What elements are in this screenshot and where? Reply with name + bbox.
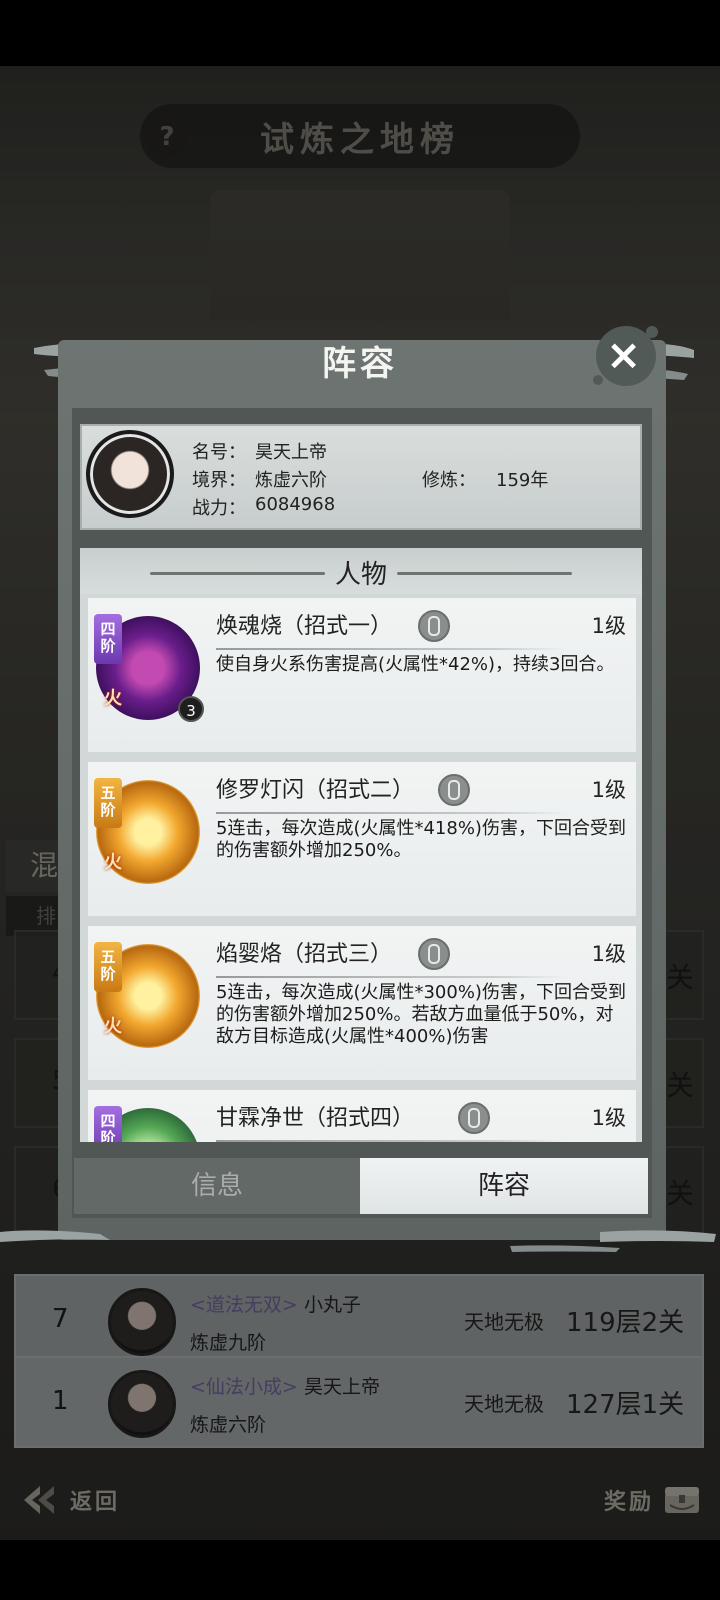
- skill-type-icon: [438, 774, 470, 806]
- element-glyph: 火: [104, 688, 122, 709]
- player-realm: 炼虚六阶: [255, 470, 327, 491]
- skill-divider: [216, 1140, 566, 1142]
- status-bar: [0, 0, 720, 66]
- dialog-tabs: 信息 阵容: [74, 1158, 648, 1214]
- skill-card[interactable]: 四阶 火 3 焕魂烧（招式一） 1级 使自身火系伤害提高(火属性*42%)，持续…: [88, 598, 636, 752]
- close-button[interactable]: ×: [586, 318, 666, 390]
- section-header: 人物: [80, 548, 642, 594]
- skill-description: 5连击，每次造成(火属性*418%)伤害，下回合受到的伤害额外增加250%。: [216, 818, 626, 861]
- name-label: 名号：: [192, 442, 246, 463]
- tab-info[interactable]: 信息: [74, 1158, 360, 1214]
- skill-type-icon: [418, 938, 450, 970]
- tab-lineup[interactable]: 阵容: [360, 1158, 648, 1214]
- skill-level: 1级: [591, 778, 626, 802]
- stack-count-badge: 3: [178, 696, 204, 722]
- skill-description: 5连击，每次造成(火属性*300%)伤害，下回合受到的伤害额外增加250%。若敌…: [216, 982, 626, 1047]
- skill-card[interactable]: 五阶 火 焰婴烙（招式三） 1级 5连击，每次造成(火属性*300%)伤害，下回…: [88, 926, 636, 1080]
- player-name: 昊天上帝: [255, 442, 327, 463]
- skill-name: 甘霖净世（招式四）: [216, 1106, 415, 1131]
- grade-badge: 五阶: [94, 942, 122, 992]
- skills-panel[interactable]: 人物 四阶 火 3 焕魂烧（招式一） 1级 使自身火系伤害提高(火属性*42%)…: [80, 548, 642, 1142]
- cultivation-label: 修炼：: [422, 470, 476, 491]
- skill-divider: [216, 648, 566, 650]
- realm-label: 境界：: [192, 470, 246, 491]
- player-avatar: [86, 430, 174, 518]
- skill-level: 1级: [591, 1106, 626, 1130]
- grade-badge: 四阶: [94, 614, 122, 664]
- player-power: 6084968: [255, 494, 336, 515]
- skill-level: 1级: [591, 942, 626, 966]
- skill-card[interactable]: 四阶 甘霖净世（招式四） 1级: [88, 1090, 636, 1142]
- skill-name: 焕魂烧（招式一）: [216, 614, 393, 639]
- system-nav-bar: [0, 1540, 720, 1600]
- skill-description: 使自身火系伤害提高(火属性*42%)，持续3回合。: [216, 654, 615, 675]
- skill-divider: [216, 976, 566, 978]
- skill-divider: [216, 812, 566, 814]
- skill-name: 焰婴烙（招式三）: [216, 942, 393, 967]
- skill-type-icon: [418, 610, 450, 642]
- ink-brush-decoration: [0, 1230, 716, 1252]
- element-glyph: 火: [104, 852, 122, 873]
- section-divider: [397, 572, 572, 575]
- power-label: 战力：: [192, 498, 246, 519]
- skill-name: 修罗灯闪（招式二）: [216, 778, 415, 803]
- close-icon: ×: [606, 330, 642, 379]
- skill-level: 1级: [591, 614, 626, 638]
- grade-badge: 五阶: [94, 778, 122, 828]
- skill-card[interactable]: 五阶 火 修罗灯闪（招式二） 1级 5连击，每次造成(火属性*418%)伤害，下…: [88, 762, 636, 916]
- element-glyph: 火: [104, 1016, 122, 1037]
- grade-badge: 四阶: [94, 1106, 122, 1142]
- player-cultivation: 159年: [496, 470, 549, 491]
- skill-type-icon: [458, 1102, 490, 1134]
